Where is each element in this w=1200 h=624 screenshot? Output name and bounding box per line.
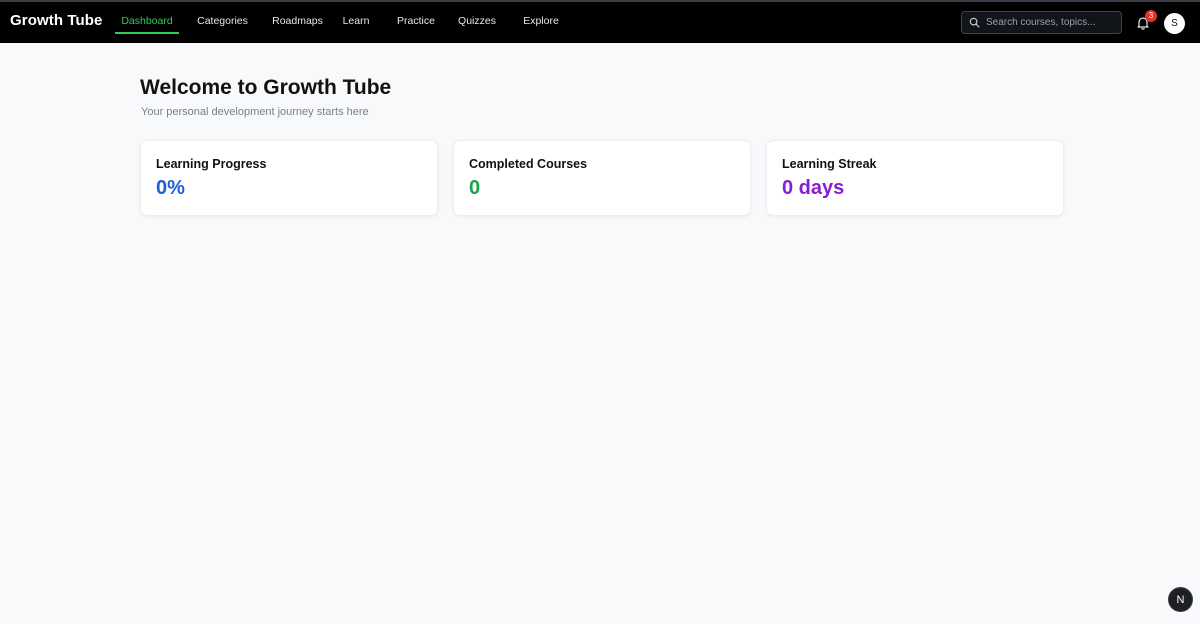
nav-practice[interactable]: Practice bbox=[393, 2, 439, 43]
main-nav: Dashboard Categories Roadmaps Learn Prac… bbox=[115, 2, 563, 43]
user-avatar[interactable]: S bbox=[1164, 13, 1185, 34]
search-input[interactable] bbox=[986, 17, 1116, 28]
stat-card-learning-progress: Learning Progress 0% bbox=[140, 140, 438, 216]
stat-card-completed-courses: Completed Courses 0 bbox=[453, 140, 751, 216]
nav-learn[interactable]: Learn bbox=[339, 2, 373, 43]
nav-quizzes[interactable]: Quizzes bbox=[455, 2, 499, 43]
page-title: Welcome to Growth Tube bbox=[140, 76, 392, 99]
stat-label: Learning Streak bbox=[782, 157, 877, 171]
stat-label: Learning Progress bbox=[156, 157, 267, 171]
search-icon bbox=[969, 17, 980, 28]
stat-label: Completed Courses bbox=[469, 157, 588, 171]
stat-value: 0 days bbox=[782, 177, 845, 199]
nav-explore[interactable]: Explore bbox=[519, 2, 563, 43]
page-subtitle: Your personal development journey starts… bbox=[141, 106, 369, 118]
nav-categories[interactable]: Categories bbox=[195, 2, 250, 43]
nav-roadmaps[interactable]: Roadmaps bbox=[270, 2, 325, 43]
brand-logo[interactable]: Growth Tube bbox=[10, 12, 102, 29]
top-navigation-bar: Growth Tube Dashboard Categories Roadmap… bbox=[0, 0, 1200, 43]
notification-count-badge: 3 bbox=[1145, 10, 1157, 22]
search-box[interactable] bbox=[961, 11, 1122, 34]
dev-indicator-button[interactable]: N bbox=[1168, 587, 1193, 612]
stat-value: 0% bbox=[156, 177, 185, 199]
stat-value: 0 bbox=[469, 177, 481, 199]
nav-dashboard[interactable]: Dashboard bbox=[115, 2, 179, 43]
stat-card-learning-streak: Learning Streak 0 days bbox=[766, 140, 1064, 216]
